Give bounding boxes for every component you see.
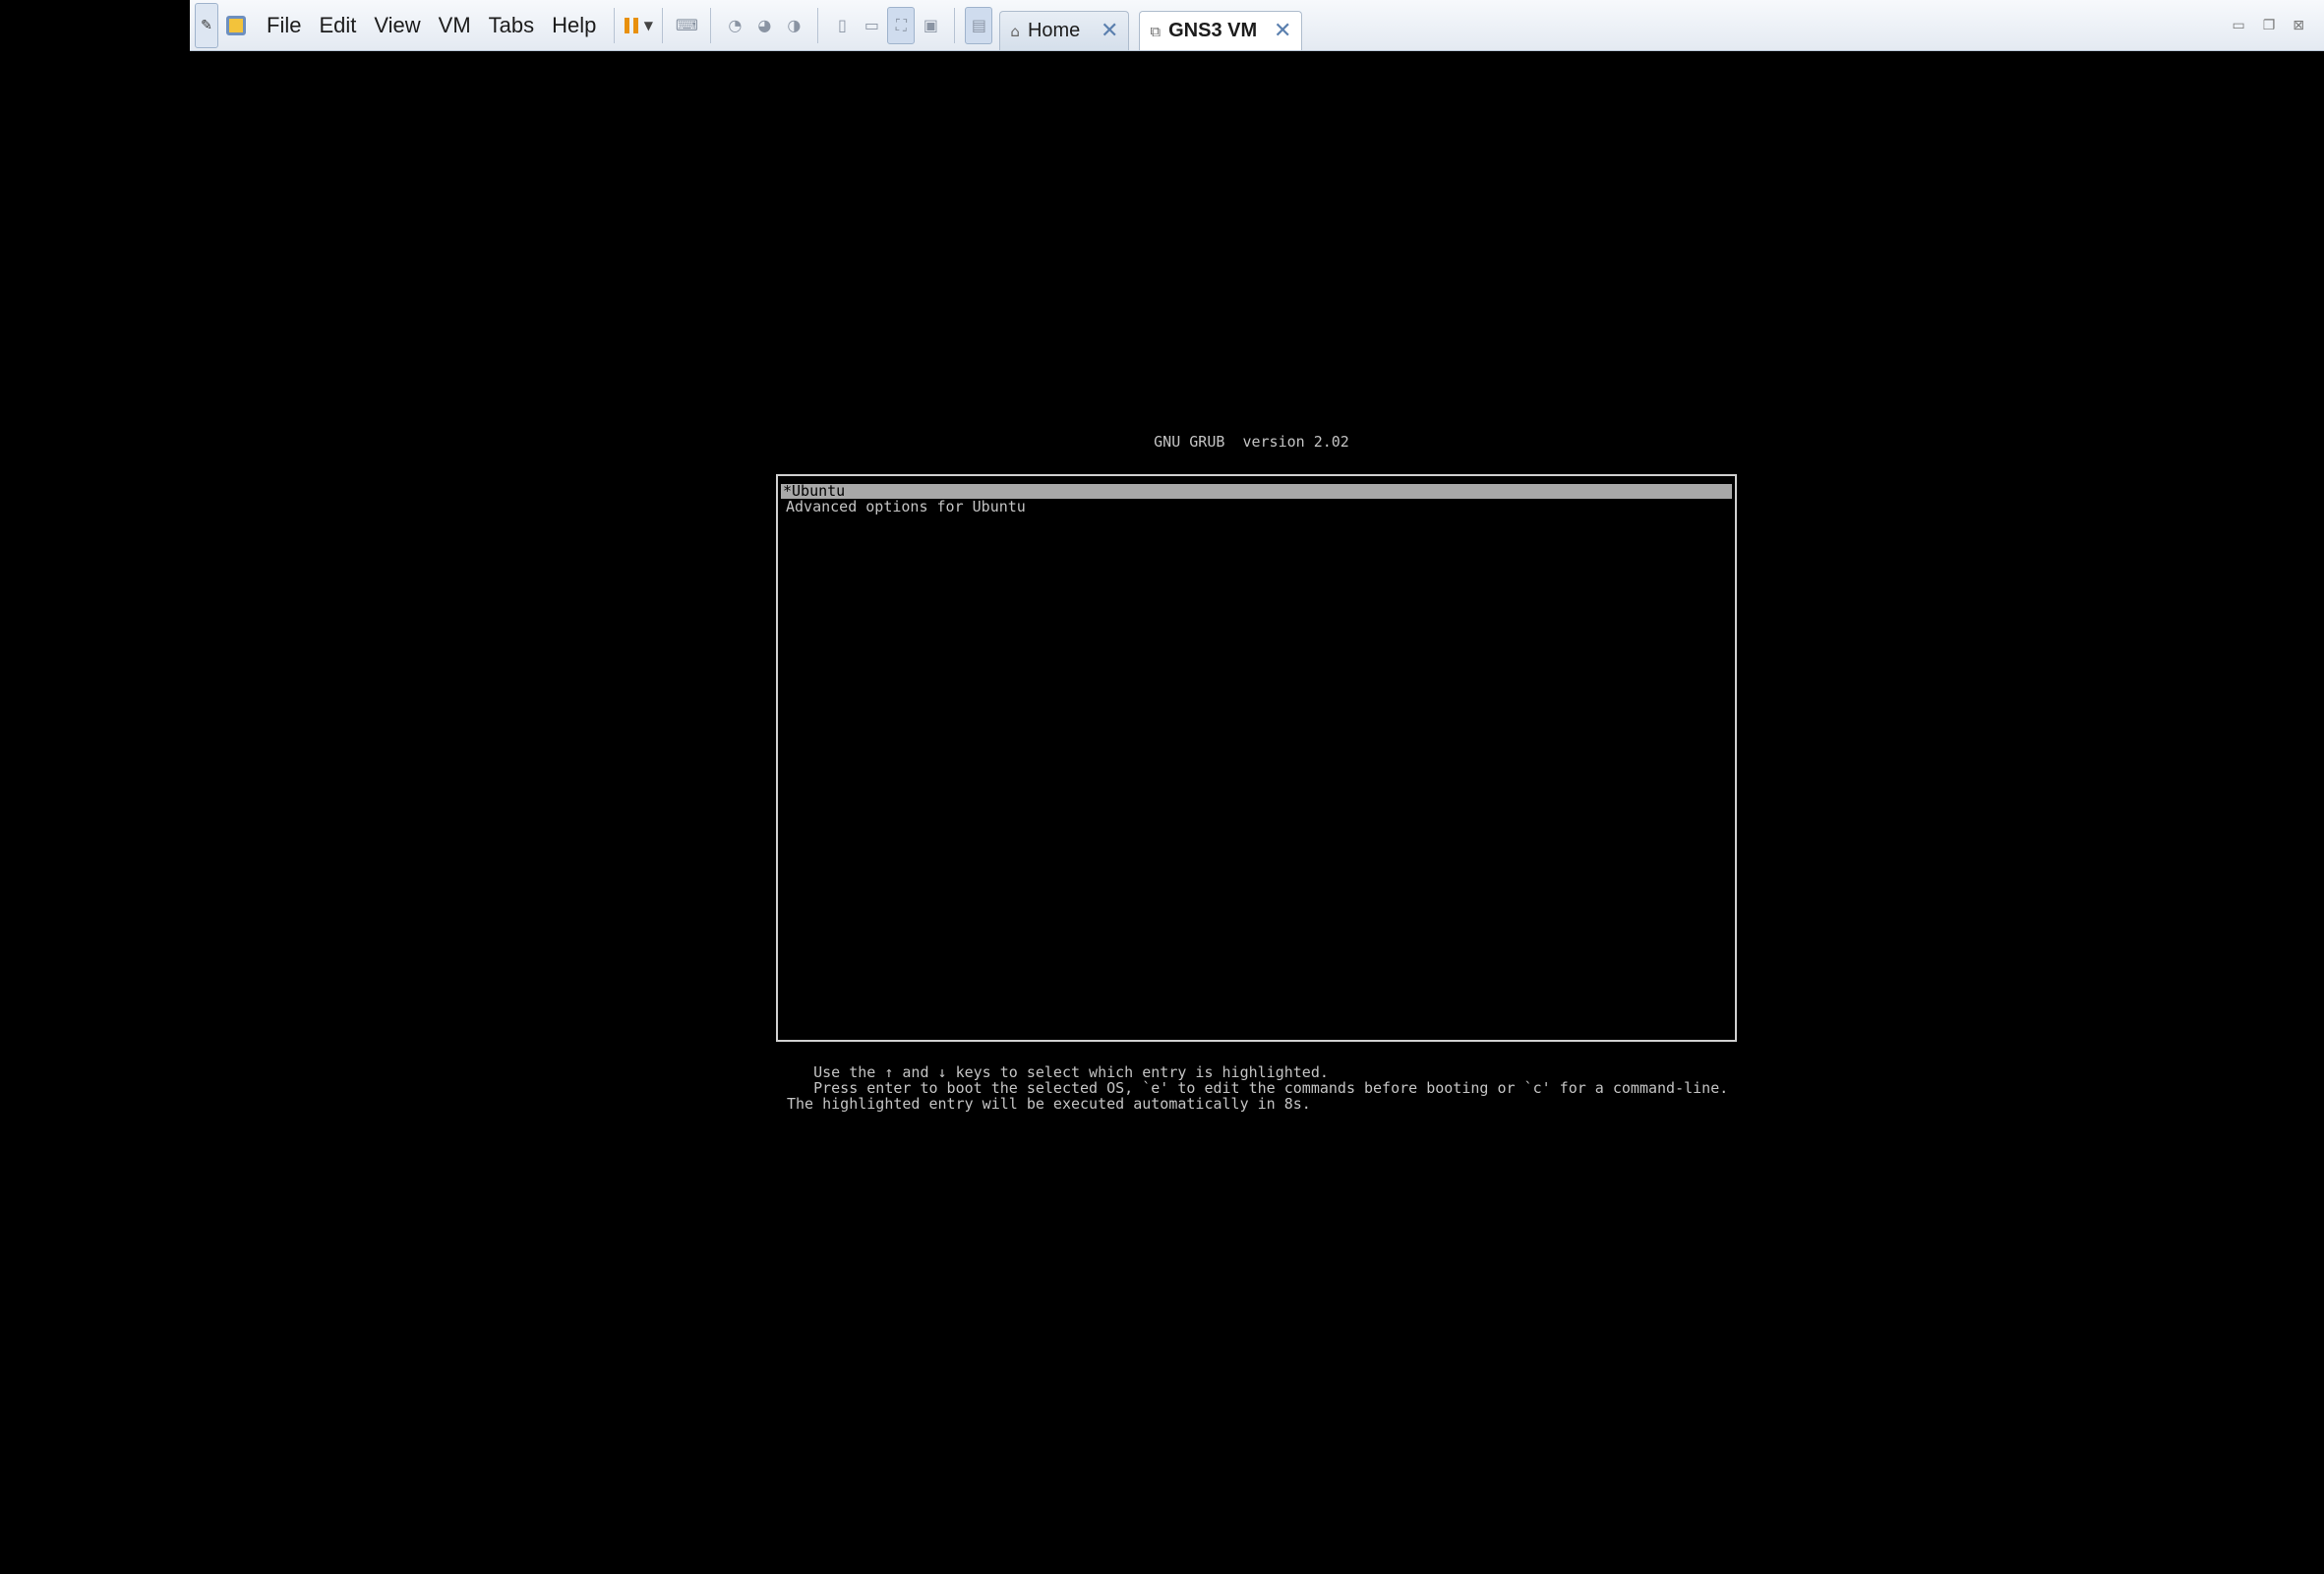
vm-icon: ⧉ bbox=[1150, 22, 1162, 40]
grub-menu-box: *Ubuntu Advanced options for Ubuntu bbox=[776, 474, 1737, 1042]
menu-help[interactable]: Help bbox=[543, 4, 605, 47]
window-controls: ▭ ❐ ⊠ bbox=[2232, 18, 2304, 33]
menu-edit[interactable]: Edit bbox=[310, 4, 365, 47]
grub-help-line: Press enter to boot the selected OS, `e'… bbox=[787, 1079, 1729, 1097]
grub-help-text: Use the ↑ and ↓ keys to select which ent… bbox=[787, 1064, 1728, 1112]
tab-gns3-vm-label: GNS3 VM bbox=[1168, 20, 1258, 41]
menu-vm[interactable]: VM bbox=[430, 4, 480, 47]
grub-title: GNU GRUB version 2.02 bbox=[1154, 433, 1349, 451]
thumbnail-icon: ▭ bbox=[864, 16, 879, 34]
full-screen-button[interactable]: ⛶ bbox=[887, 6, 916, 44]
restore-icon[interactable]: ❐ bbox=[2263, 18, 2276, 33]
grub-entry-advanced[interactable]: Advanced options for Ubuntu bbox=[781, 500, 1732, 515]
show-library-button[interactable]: ▯ bbox=[828, 9, 856, 42]
chevron-down-icon: ▼ bbox=[643, 18, 654, 32]
tab-home[interactable]: ⌂ Home ✕ bbox=[999, 11, 1130, 50]
menu-view[interactable]: View bbox=[365, 4, 429, 47]
unity-icon: ▣ bbox=[923, 16, 938, 34]
grub-help-line: Use the ↑ and ↓ keys to select which ent… bbox=[787, 1063, 1329, 1081]
console-view-button[interactable]: ▤ bbox=[965, 6, 993, 44]
close-icon[interactable]: ✕ bbox=[1274, 19, 1291, 43]
console-view-icon: ▤ bbox=[971, 16, 986, 34]
send-ctrl-alt-del-button[interactable]: ⌨ bbox=[673, 9, 700, 42]
vmware-toolbar: ✎ File Edit View VM Tabs Help ▼ ⌨ ◔ ◕ ◑ … bbox=[190, 0, 2324, 51]
pause-icon bbox=[624, 17, 638, 33]
library-icon: ▯ bbox=[838, 16, 847, 34]
grub-countdown-line: The highlighted entry will be executed a… bbox=[787, 1095, 1311, 1113]
close-window-icon[interactable]: ⊠ bbox=[2293, 18, 2304, 33]
vmware-logo-icon bbox=[226, 15, 246, 35]
revert-snapshot-button[interactable]: ◕ bbox=[750, 9, 778, 42]
grub-entry-ubuntu[interactable]: *Ubuntu bbox=[781, 484, 1732, 499]
menu-file[interactable]: File bbox=[258, 4, 310, 47]
unity-button[interactable]: ▣ bbox=[917, 9, 944, 42]
snapshot-manager-button[interactable]: ◑ bbox=[780, 9, 807, 42]
minimize-icon[interactable]: ▭ bbox=[2232, 18, 2244, 33]
toolbar-separator bbox=[954, 7, 956, 43]
snapshot-manager-icon: ◑ bbox=[787, 16, 802, 34]
snapshot-icon: ◔ bbox=[728, 16, 743, 34]
take-snapshot-button[interactable]: ◔ bbox=[721, 9, 748, 42]
menu-tabs[interactable]: Tabs bbox=[480, 4, 543, 47]
toolbar-separator bbox=[662, 7, 664, 43]
full-screen-icon: ⛶ bbox=[895, 15, 907, 34]
close-icon[interactable]: ✕ bbox=[1101, 19, 1118, 43]
tab-home-label: Home bbox=[1027, 20, 1081, 41]
toolbar-separator bbox=[614, 7, 616, 43]
revert-icon: ◕ bbox=[757, 16, 772, 34]
home-icon: ⌂ bbox=[1010, 22, 1020, 40]
menu-bar: File Edit View VM Tabs Help bbox=[258, 4, 605, 47]
pin-toolbar-button[interactable]: ✎ bbox=[195, 2, 218, 48]
toolbar-separator bbox=[817, 7, 819, 43]
pin-icon: ✎ bbox=[201, 17, 212, 33]
keyboard-icon: ⌨ bbox=[675, 16, 698, 34]
pause-button[interactable]: ▼ bbox=[624, 9, 654, 42]
toolbar-separator bbox=[710, 7, 712, 43]
tab-gns3-vm[interactable]: ⧉ GNS3 VM ✕ bbox=[1139, 11, 1303, 50]
show-thumbnail-button[interactable]: ▭ bbox=[858, 9, 885, 42]
